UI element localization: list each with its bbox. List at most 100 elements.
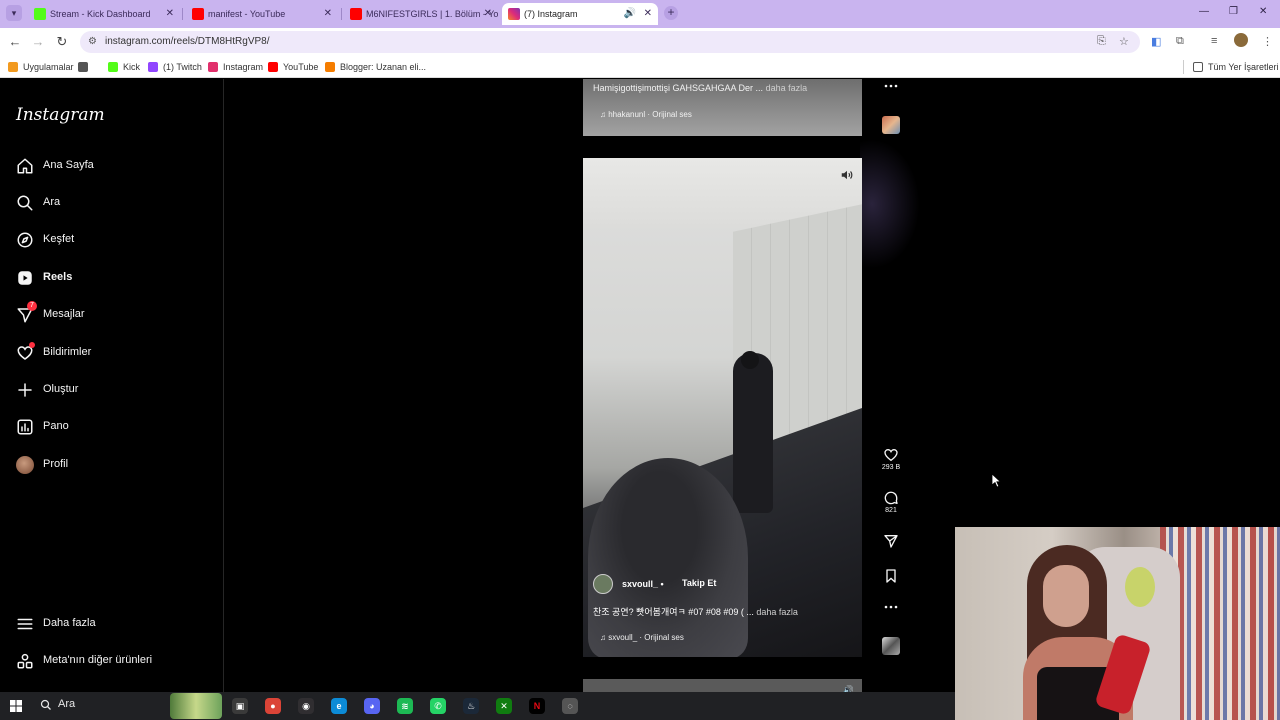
close-tab-icon[interactable]: ✕: [166, 3, 174, 25]
sidebar-item-reels[interactable]: Reels: [16, 267, 206, 291]
bookmark-star-icon[interactable]: ☆: [1119, 35, 1129, 48]
caption-more-link[interactable]: daha fazla: [756, 607, 798, 617]
bookmark-grid[interactable]: [78, 60, 88, 74]
spotify-icon[interactable]: ≋: [397, 698, 413, 714]
netflix-icon[interactable]: N: [529, 698, 545, 714]
grid-icon: [78, 62, 88, 72]
more-options-button[interactable]: [880, 83, 902, 89]
sidebar-item-dashboard[interactable]: Pano: [16, 416, 206, 440]
sidebar-item-search[interactable]: Ara: [16, 192, 206, 216]
audio-thumbnail[interactable]: [882, 637, 900, 655]
youtube-favicon-icon: [192, 8, 204, 20]
tab-youtube-manifest[interactable]: manifest - YouTube ✕: [186, 3, 338, 25]
more-options-button[interactable]: [880, 604, 902, 610]
toolbar: ← → ↻ ⚙ instagram.com/reels/DTM8HtRgVP8/…: [0, 28, 1280, 56]
reel-audio[interactable]: ♫ sxvoull_ · Orijinal ses: [600, 633, 684, 642]
forward-icon[interactable]: →: [30, 34, 46, 49]
sidebar-item-label: Oluştur: [43, 383, 79, 395]
reel-caption: 찬조 공연? 빳어봄개여ㅋ #07 #08 #09 ( ... daha faz…: [593, 605, 798, 618]
bookmark-twitch[interactable]: (1) Twitch: [148, 60, 202, 74]
tab-youtube-episode[interactable]: M6NIFESTGIRLS | 1. Bölüm - Yo ✕: [344, 3, 498, 25]
discord-icon[interactable]: ◕: [364, 698, 380, 714]
whatsapp-icon[interactable]: ✆: [430, 698, 446, 714]
comment-button[interactable]: 821: [880, 490, 902, 514]
previous-reel[interactable]: Hamişigottişimottişi GAHSGAHGAA Der ... …: [583, 79, 862, 136]
bookmarks-bar: Uygulamalar Kick (1) Twitch Instagram Yo…: [0, 56, 1280, 78]
tab-instagram[interactable]: (7) Instagram 🔊 ✕: [502, 3, 658, 25]
video-frame: [741, 351, 759, 369]
close-tab-icon[interactable]: ✕: [644, 3, 652, 25]
minimize-icon[interactable]: —: [1199, 6, 1209, 17]
all-bookmarks[interactable]: Tüm Yer İşaretleri: [1193, 60, 1279, 74]
sidebar-item-messages[interactable]: 7 Mesajlar: [16, 301, 206, 328]
current-reel-video[interactable]: sxvoull_ • Takip Et 찬조 공연? 빳어봄개여ㅋ #07 #0…: [583, 158, 862, 657]
media-controls-icon[interactable]: ≡: [1211, 35, 1217, 47]
bookmark-label: Instagram: [223, 62, 264, 72]
follow-button[interactable]: Takip Et: [682, 578, 716, 588]
share-button[interactable]: [880, 533, 902, 549]
obs-icon[interactable]: ◉: [298, 698, 314, 714]
task-view-icon[interactable]: ▣: [232, 698, 248, 714]
profile-avatar-icon: [16, 456, 34, 474]
steam-icon[interactable]: ♨: [463, 698, 479, 714]
bookmark-label: Uygulamalar: [23, 62, 74, 72]
new-tab-button[interactable]: +: [664, 6, 678, 20]
sidebar-item-meta[interactable]: Meta'nın diğer ürünleri: [16, 650, 206, 674]
home-icon: [17, 158, 33, 174]
youtube-favicon-icon: [350, 8, 362, 20]
url-text: instagram.com/reels/DTM8HtRgVP8/: [105, 36, 270, 47]
tab-title: M6NIFESTGIRLS | 1. Bölüm - Yo: [366, 9, 498, 19]
sidebar-item-profile[interactable]: Profil: [16, 454, 206, 478]
sidebar-item-more[interactable]: Daha fazla: [16, 613, 206, 637]
windows-start-icon[interactable]: [10, 700, 22, 712]
site-info-icon[interactable]: ⚙: [88, 36, 100, 48]
author-username[interactable]: sxvoull_ •: [622, 579, 664, 589]
instagram-logo[interactable]: Instagram: [16, 105, 105, 125]
search-highlight-image[interactable]: [170, 693, 222, 719]
next-reel[interactable]: 🔊: [583, 679, 862, 692]
mute-tab-icon[interactable]: 🔊: [624, 3, 636, 25]
sidebar-item-explore[interactable]: Keşfet: [16, 229, 206, 253]
sidebar-item-create[interactable]: Oluştur: [16, 379, 206, 403]
address-bar[interactable]: ⚙ instagram.com/reels/DTM8HtRgVP8/: [80, 31, 1140, 53]
app-icon[interactable]: ◌: [562, 698, 578, 714]
sidebar-item-notifications[interactable]: Bildirimler: [16, 342, 206, 366]
kick-icon: [108, 62, 118, 72]
bookmark-icon: [886, 569, 896, 583]
close-tab-icon[interactable]: ✕: [484, 3, 492, 25]
reel-audio[interactable]: ♫ hhakanunl · Orijinal ses: [600, 110, 692, 119]
chrome-icon[interactable]: ●: [265, 698, 281, 714]
like-button[interactable]: 293 B: [880, 447, 902, 471]
caption-more-link[interactable]: daha fazla: [766, 83, 808, 93]
edge-icon[interactable]: e: [331, 698, 347, 714]
bookmark-apps[interactable]: Uygulamalar: [8, 60, 74, 74]
profile-avatar-icon[interactable]: [1234, 33, 1248, 47]
bookmark-youtube[interactable]: YouTube: [268, 60, 318, 74]
sound-toggle-icon[interactable]: 🔊: [843, 685, 854, 692]
reload-icon[interactable]: ↻: [54, 34, 70, 50]
close-window-icon[interactable]: ✕: [1259, 6, 1267, 17]
xbox-icon[interactable]: ✕: [496, 698, 512, 714]
video-frame: [588, 458, 748, 657]
sidebar-item-label: Ana Sayfa: [43, 159, 94, 171]
author-avatar[interactable]: [593, 574, 613, 594]
tab-search-icon[interactable]: ▾: [6, 5, 22, 21]
translate-icon[interactable]: ◧: [1151, 35, 1161, 48]
extensions-icon[interactable]: ⧉: [1176, 35, 1184, 48]
sound-toggle-icon[interactable]: [840, 168, 854, 182]
bookmark-instagram[interactable]: Instagram: [208, 60, 263, 74]
tab-title: manifest - YouTube: [208, 9, 286, 19]
sidebar-item-home[interactable]: Ana Sayfa: [16, 155, 206, 179]
all-bookmarks-label: Tüm Yer İşaretleri: [1208, 62, 1279, 72]
close-tab-icon[interactable]: ✕: [324, 3, 332, 25]
tab-kick[interactable]: Stream - Kick Dashboard ✕: [28, 3, 180, 25]
bookmark-blogger[interactable]: Blogger: Uzanan eli...: [325, 60, 426, 74]
install-app-icon[interactable]: ⎘: [1097, 35, 1106, 48]
audio-label: hhakanunl · Orijinal ses: [608, 110, 692, 119]
back-icon[interactable]: ←: [7, 34, 23, 49]
audio-thumbnail[interactable]: [882, 116, 900, 134]
save-button[interactable]: [880, 568, 902, 584]
restore-icon[interactable]: ❐: [1229, 6, 1238, 17]
menu-kebab-icon[interactable]: ⋮: [1262, 35, 1273, 48]
bookmark-kick[interactable]: Kick: [108, 60, 140, 74]
